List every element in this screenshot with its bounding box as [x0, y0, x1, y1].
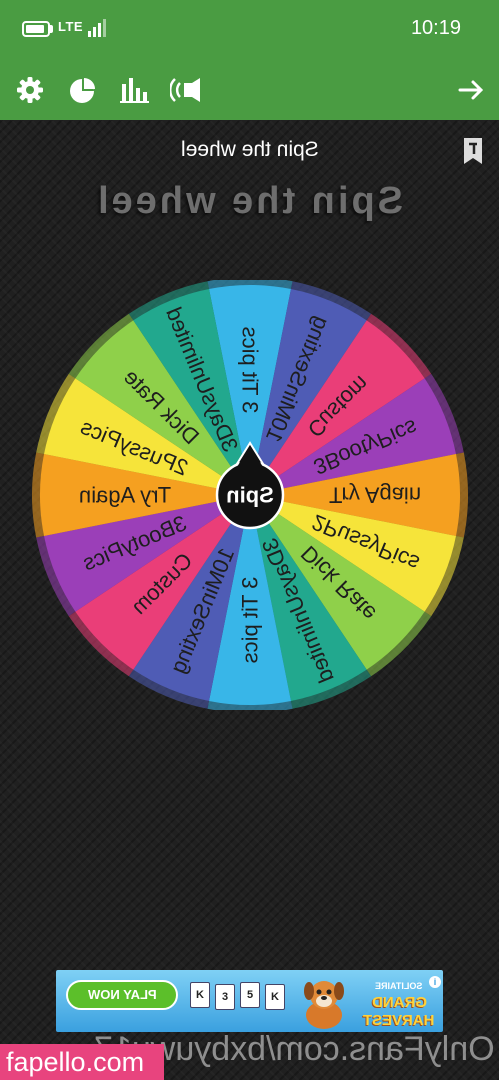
ad-cards: K 3 5 K [190, 980, 290, 1020]
title-bar: Spin the wheel [0, 130, 499, 170]
status-bar: LTE 10:19 [0, 0, 499, 60]
wheel-segment-label: 3 Tit pics [238, 327, 263, 414]
wheel-segment-label: Try Again [79, 483, 171, 508]
clock: 10:19 [410, 17, 461, 39]
arrow-right-icon[interactable] [455, 74, 487, 106]
bar-chart-icon[interactable] [118, 74, 150, 106]
spin-wheel[interactable]: 3 Tit pics10MinSextingCustom3BootyPicsTr… [22, 280, 478, 710]
ad-card: 3 [215, 984, 235, 1010]
page-title: Spin the wheel [180, 138, 319, 161]
play-now-button[interactable]: PLAY NOW [66, 980, 178, 1010]
ad-card: K [190, 982, 210, 1008]
wheel-title: Spin the wheel [95, 180, 404, 222]
network-label: LTE [58, 19, 84, 34]
wheel-segment-label: Try Again [329, 483, 421, 508]
ad-card: 5 [240, 982, 260, 1008]
pie-chart-icon[interactable] [66, 74, 98, 106]
wheel-segment-label: 3 Tit pics [238, 577, 263, 664]
battery-icon [22, 21, 50, 37]
toolbar [0, 60, 499, 120]
signal-icon [88, 19, 108, 37]
site-badge: fapello.com [0, 1044, 164, 1080]
dog-mascot-icon [295, 975, 353, 1031]
battery-tip [50, 25, 53, 33]
sound-icon[interactable] [168, 74, 202, 106]
bookmark-icon[interactable] [462, 137, 484, 165]
gear-icon[interactable] [14, 74, 46, 106]
ad-info-icon[interactable]: i [429, 976, 441, 988]
spin-button-label: Spin [226, 483, 274, 508]
ad-card: K [265, 984, 285, 1010]
